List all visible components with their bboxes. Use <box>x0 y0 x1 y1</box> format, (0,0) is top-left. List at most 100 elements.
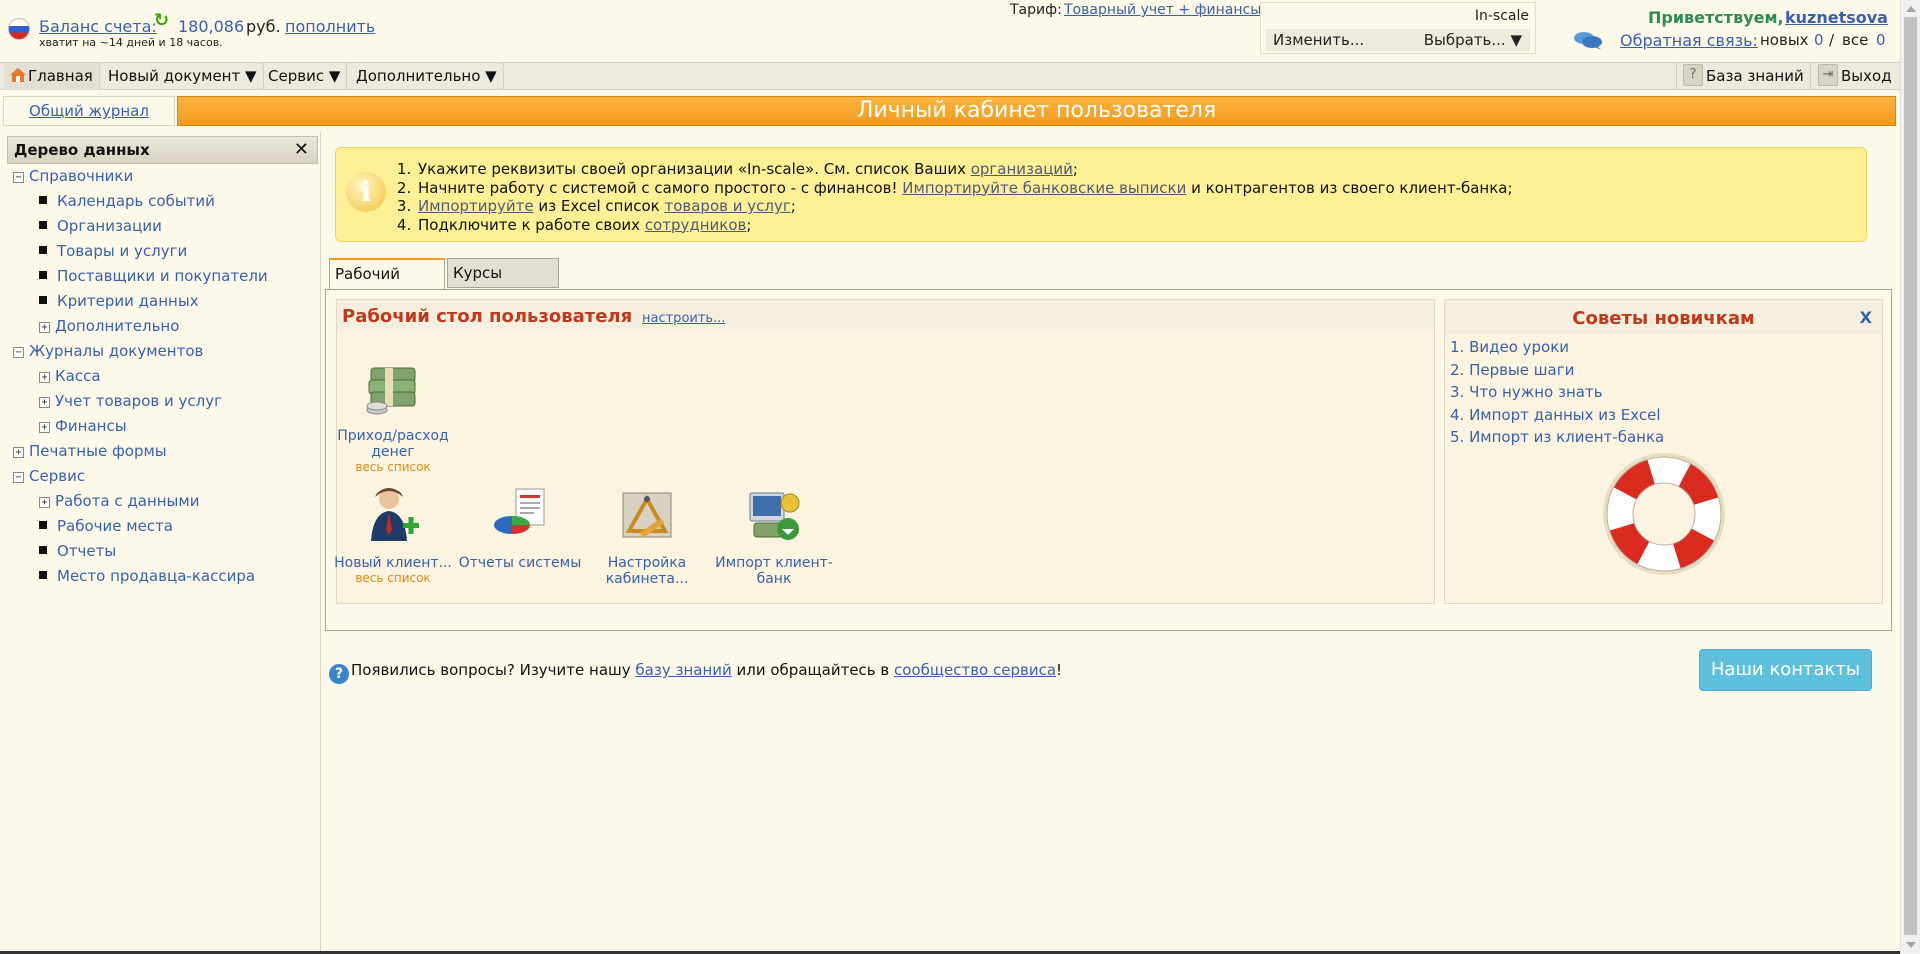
tree-node-workplaces[interactable]: Рабочие места <box>39 517 173 535</box>
menu-exit[interactable]: ⇥ Выход <box>1812 63 1898 90</box>
bullet-icon <box>39 196 47 204</box>
tree-node-organizations[interactable]: Организации <box>39 217 162 235</box>
data-tree-header: Дерево данных ✕ <box>7 136 318 164</box>
app-money-flow[interactable]: Приход/расход денег весь список <box>328 358 458 474</box>
tip-first-steps[interactable]: 2. Первые шаги <box>1450 361 1574 379</box>
bullet-icon <box>39 571 47 579</box>
tree-node-label: Рабочие места <box>57 517 173 535</box>
tip-bank-import[interactable]: 5. Импорт из клиент-банка <box>1450 428 1664 446</box>
change-company-button[interactable]: Изменить... <box>1273 31 1364 49</box>
expand-icon[interactable]: + <box>13 447 24 458</box>
faq-line: ? Появились вопросы? Изучите нашу базу зн… <box>329 661 1062 684</box>
tree-node-data-criteria[interactable]: Критерии данных <box>39 292 199 310</box>
tree-node-goods-accounting[interactable]: + Учет товаров и услуг <box>39 392 222 410</box>
tree-node-label: Место продавца-кассира <box>57 567 256 585</box>
goods-services-link[interactable]: товаров и услуг <box>664 197 790 215</box>
tree-node-additional[interactable]: + Дополнительно <box>39 317 179 335</box>
choose-company-button[interactable]: Выбрать... ▼ <box>1424 31 1522 49</box>
collapse-icon[interactable]: − <box>13 347 24 358</box>
tree-node-label: Работа с данными <box>55 492 200 510</box>
expand-icon[interactable]: + <box>39 497 50 508</box>
username-link[interactable]: kuznetsova <box>1785 8 1888 27</box>
tree-node-label: Финансы <box>55 417 127 435</box>
import-bank-statements-link[interactable]: Импортируйте банковские выписки <box>902 179 1186 197</box>
organizations-link[interactable]: организаций <box>971 160 1073 178</box>
tree-node-suppliers-buyers[interactable]: Поставщики и покупатели <box>39 267 268 285</box>
tree-node-cashier-place[interactable]: Место продавца-кассира <box>39 567 255 585</box>
close-icon[interactable]: X <box>1860 308 1872 327</box>
expand-icon[interactable]: + <box>39 422 50 433</box>
app-label: Импорт клиент-банк <box>715 555 833 587</box>
app-full-list-link[interactable]: весь список <box>328 571 458 585</box>
feedback-new-count[interactable]: 0 <box>1814 31 1824 49</box>
knowledge-base-link[interactable]: базу знаний <box>635 661 731 679</box>
tab-desktop[interactable]: Рабочий стол <box>329 258 445 311</box>
tree-node-data-work[interactable]: + Работа с данными <box>39 492 199 510</box>
expand-icon[interactable]: + <box>39 322 50 333</box>
tree-node-print-forms[interactable]: + Печатные формы <box>13 442 167 460</box>
tree-node-cashbox[interactable]: + Касса <box>39 367 101 385</box>
refresh-icon[interactable]: ↻ <box>154 12 172 30</box>
scroll-thumb[interactable] <box>1904 17 1917 935</box>
close-icon[interactable]: ✕ <box>294 137 309 163</box>
employees-link[interactable]: сотрудников <box>645 216 747 234</box>
tree-node-events-calendar[interactable]: Календарь событий <box>39 192 215 210</box>
tree-node-finance[interactable]: + Финансы <box>39 417 127 435</box>
notice-text: Подключите к работе своих <box>418 215 645 234</box>
lifebuoy-icon <box>1603 453 1725 575</box>
beginner-tips-panel: Советы новичкам X 1. Видео уроки 2. Перв… <box>1444 299 1883 604</box>
expand-icon[interactable]: + <box>39 397 50 408</box>
collapse-icon[interactable]: − <box>13 172 24 183</box>
feedback-all-count[interactable]: 0 <box>1876 31 1886 49</box>
company-name: In-scale <box>1474 8 1529 24</box>
tree-node-directories[interactable]: − Справочники <box>13 167 133 185</box>
app-full-list-link[interactable]: весь список <box>328 460 458 474</box>
collapse-icon[interactable]: − <box>13 472 24 483</box>
our-contacts-button[interactable]: Наши контакты <box>1699 649 1872 691</box>
tips-title: Советы новичкам <box>1572 308 1755 329</box>
app-system-reports[interactable]: Отчеты системы <box>455 485 585 571</box>
menu-service[interactable]: Сервис ▼ <box>262 63 348 90</box>
tree-node-reports[interactable]: Отчеты <box>39 542 116 560</box>
bullet-icon <box>39 546 47 554</box>
app-bank-import[interactable]: Импорт клиент-банк <box>709 485 839 587</box>
general-journal-tab[interactable]: Общий журнал <box>3 96 175 126</box>
notice-text: и контрагентов из своего клиент-банка; <box>1186 178 1513 197</box>
menu-extra[interactable]: Дополнительно ▼ <box>350 63 504 90</box>
import-link[interactable]: Импортируйте <box>418 197 534 215</box>
tree-node-service[interactable]: − Сервис <box>13 467 85 485</box>
getting-started-list: Укажите реквизиты своей организации «In-… <box>388 160 1513 234</box>
balance-link[interactable]: Баланс счета: <box>39 17 157 36</box>
tip-what-to-know[interactable]: 3. Что нужно знать <box>1450 383 1603 401</box>
tip-excel-import[interactable]: 4. Импорт данных из Excel <box>1450 406 1661 424</box>
community-link[interactable]: сообщество сервиса <box>894 661 1056 679</box>
notice-text: ; <box>1072 160 1078 178</box>
list-item: Подключите к работе своих сотрудников; <box>416 216 1513 235</box>
desktop-tab-panel: Рабочий стол пользователя настроить... П… <box>325 289 1892 631</box>
feedback-all-label: все <box>1842 31 1869 49</box>
menu-new-document[interactable]: Новый документ ▼ <box>102 63 264 90</box>
scroll-up-arrow-icon[interactable] <box>1906 6 1916 12</box>
scroll-down-arrow-icon[interactable] <box>1906 942 1916 948</box>
configure-desktop-link[interactable]: настроить... <box>642 311 725 326</box>
general-journal-link[interactable]: Общий журнал <box>29 102 149 120</box>
expand-icon[interactable]: + <box>39 372 50 383</box>
help-icon: ? <box>329 664 349 684</box>
app-label: Настройка кабинета... <box>605 555 689 587</box>
app-new-client[interactable]: Новый клиент... весь список <box>328 485 458 585</box>
menu-home[interactable]: Главная <box>4 63 100 90</box>
tree-node-goods-services[interactable]: Товары и услуги <box>39 242 187 260</box>
bullet-icon <box>39 296 47 304</box>
menu-knowledge-base[interactable]: ? База знаний <box>1676 63 1811 90</box>
top-header: Баланс счета: ↻ 180,086 руб. пополнить х… <box>0 0 1900 62</box>
tip-video-lessons[interactable]: 1. Видео уроки <box>1450 338 1569 356</box>
tree-node-label: Организации <box>57 217 162 235</box>
menu-home-label: Главная <box>28 67 93 85</box>
tab-currency-rates[interactable]: Курсы валют <box>447 258 559 310</box>
vertical-scrollbar[interactable] <box>1900 0 1920 954</box>
tree-node-document-journals[interactable]: − Журналы документов <box>13 342 203 360</box>
app-cabinet-settings[interactable]: Настройка кабинета... <box>582 485 712 587</box>
tariff-link[interactable]: Товарный учет + финансы <box>1064 2 1261 18</box>
topup-link[interactable]: пополнить <box>285 17 375 36</box>
feedback-link[interactable]: Обратная связь: <box>1620 31 1758 50</box>
